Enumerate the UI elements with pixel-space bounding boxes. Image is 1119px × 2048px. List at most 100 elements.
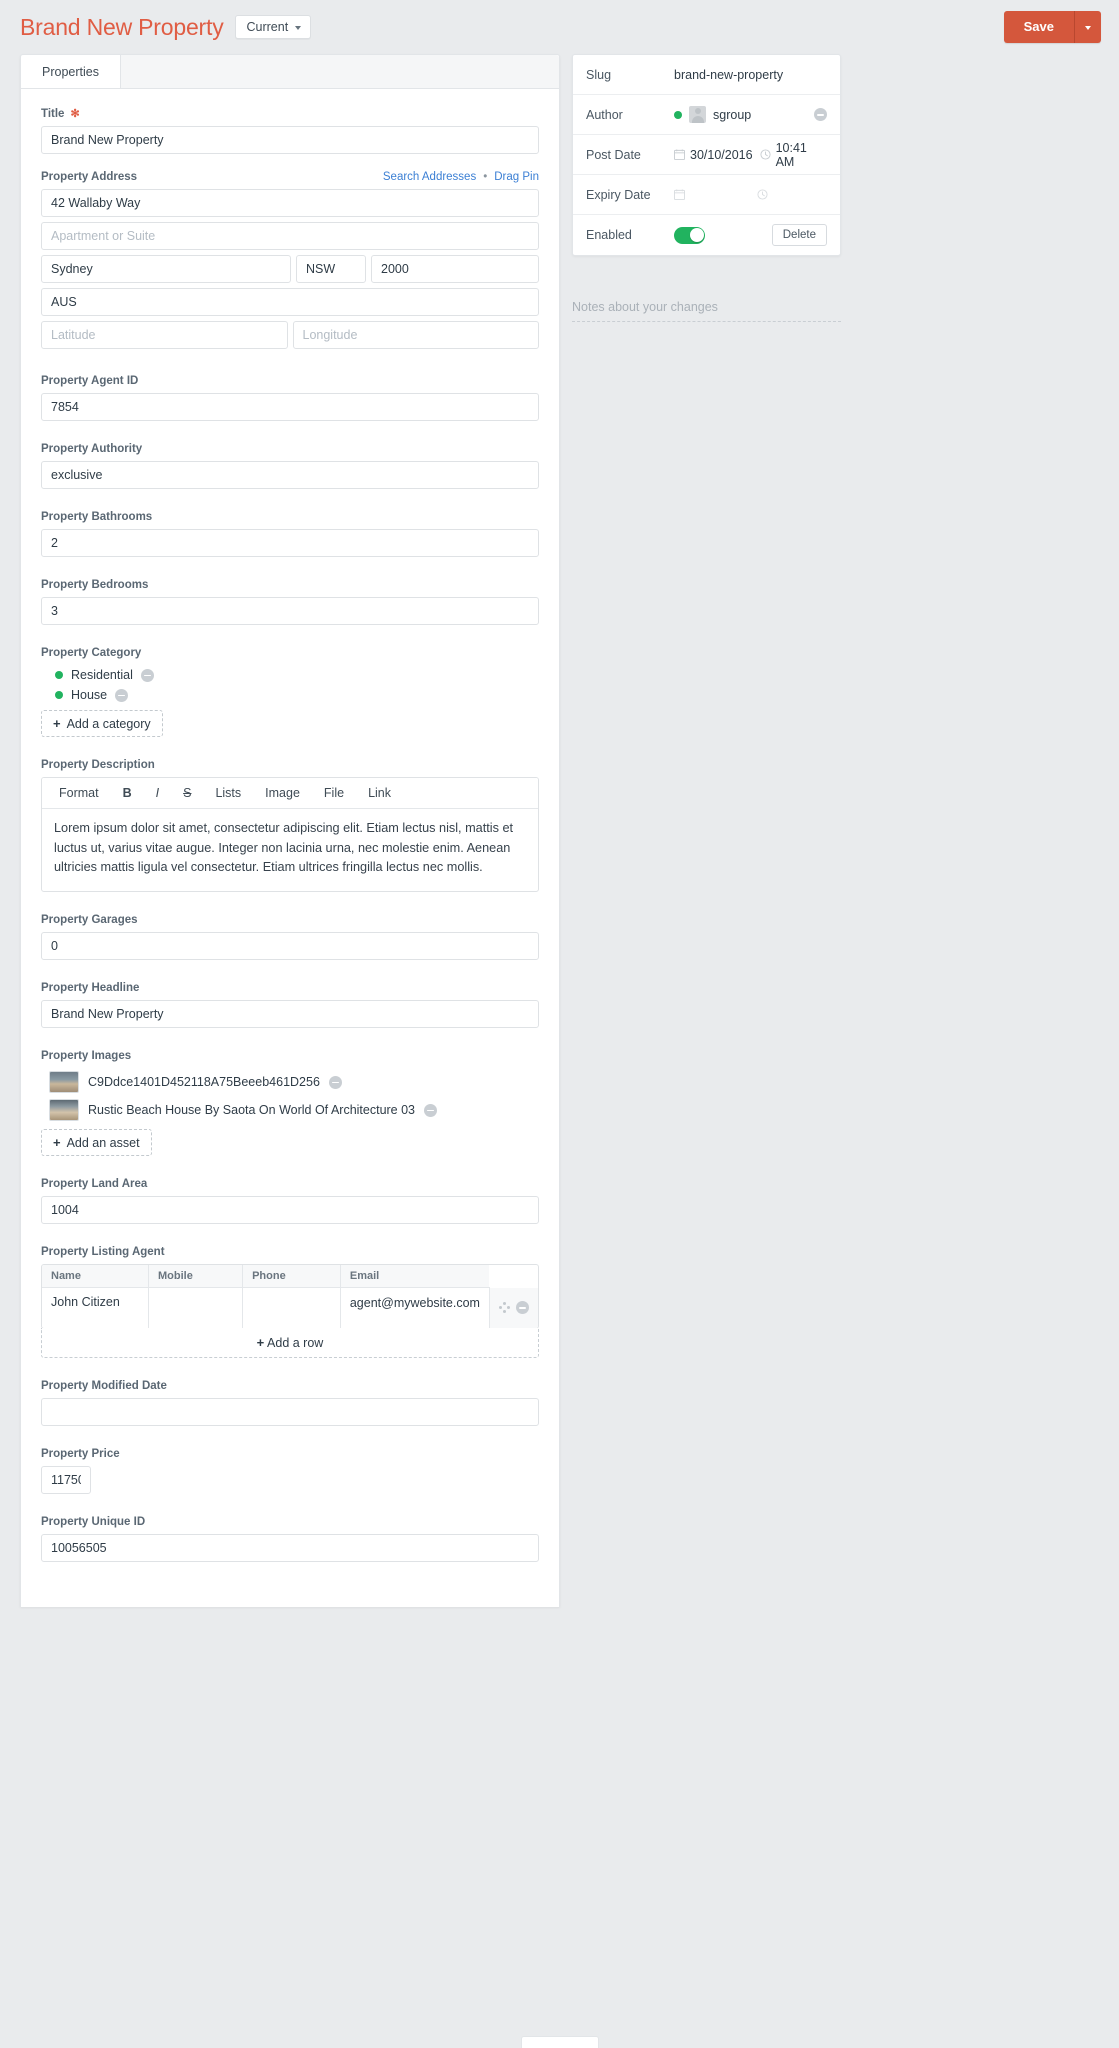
entry-form: Title ✻ Property Address Search Addresse… bbox=[21, 89, 559, 1607]
delete-button[interactable]: Delete bbox=[771, 224, 827, 246]
search-addresses-link[interactable]: Search Addresses bbox=[383, 171, 476, 183]
field-property-listing-agent-label: Property Listing Agent bbox=[41, 1246, 165, 1259]
table-header-row: Name Mobile Phone Email bbox=[42, 1265, 538, 1289]
add-row-label: Add a row bbox=[267, 1335, 324, 1350]
editor-file-button[interactable]: File bbox=[312, 787, 356, 800]
main-content-pane: Properties Title ✻ Property Address Sear… bbox=[20, 54, 560, 1607]
required-marker-icon: ✻ bbox=[70, 108, 80, 120]
save-options-button[interactable] bbox=[1074, 11, 1101, 43]
chevron-down-icon bbox=[1085, 25, 1091, 30]
editor-strikethrough-button[interactable]: S bbox=[171, 787, 203, 800]
sidebar: Slug brand-new-property Author sgroup Po… bbox=[572, 54, 841, 322]
meta-value-author[interactable]: sgroup bbox=[674, 106, 827, 123]
editor-lists-button[interactable]: Lists bbox=[203, 787, 253, 800]
remove-icon[interactable] bbox=[140, 668, 154, 682]
property-garages-input[interactable] bbox=[41, 932, 539, 961]
title-input[interactable] bbox=[41, 126, 539, 154]
address-state-input[interactable] bbox=[296, 255, 366, 283]
add-asset-button[interactable]: + Add an asset bbox=[41, 1129, 152, 1157]
revision-notes-input[interactable]: Notes about your changes bbox=[572, 300, 841, 322]
save-button[interactable]: Save bbox=[1003, 11, 1074, 43]
editor-content[interactable]: Lorem ipsum dolor sit amet, consectetur … bbox=[42, 809, 538, 891]
clock-icon bbox=[757, 189, 768, 200]
field-property-headline-label: Property Headline bbox=[41, 982, 140, 995]
property-bedrooms-input[interactable] bbox=[41, 597, 539, 625]
plus-icon: + bbox=[256, 1334, 265, 1350]
drag-pin-link[interactable]: Drag Pin bbox=[494, 171, 539, 183]
address-country-input[interactable] bbox=[41, 288, 539, 316]
meta-value-slug[interactable]: brand-new-property bbox=[674, 68, 827, 82]
field-property-agent-id: Property Agent ID bbox=[41, 375, 539, 421]
address-apartment-input[interactable] bbox=[41, 222, 539, 250]
remove-icon[interactable] bbox=[515, 1301, 529, 1315]
bottom-panel-stub bbox=[520, 2036, 599, 2048]
property-land-area-input[interactable] bbox=[41, 1196, 539, 1225]
column-header-name: Name bbox=[42, 1265, 149, 1289]
field-property-unique-id-label: Property Unique ID bbox=[41, 1515, 146, 1528]
post-date-value: 30/10/2016 bbox=[690, 147, 753, 162]
editor-image-button[interactable]: Image bbox=[253, 787, 312, 800]
expiry-date-field[interactable] bbox=[674, 189, 750, 200]
tab-properties[interactable]: Properties bbox=[21, 55, 121, 88]
address-latlng-row bbox=[41, 321, 539, 349]
editor-format-button[interactable]: Format bbox=[47, 787, 111, 800]
clock-icon bbox=[760, 149, 771, 160]
address-city-input[interactable] bbox=[41, 255, 291, 283]
field-property-images-label: Property Images bbox=[41, 1050, 132, 1063]
link-separator: • bbox=[483, 171, 488, 183]
asset-thumbnail-image bbox=[49, 1099, 79, 1122]
editor-link-button[interactable]: Link bbox=[356, 787, 403, 800]
address-longitude-input[interactable] bbox=[292, 321, 539, 349]
meta-value-enabled: Delete bbox=[674, 224, 827, 246]
address-postcode-input[interactable] bbox=[371, 255, 539, 283]
column-header-phone: Phone bbox=[242, 1265, 341, 1289]
field-property-address-header: Property Address Search Addresses • Drag… bbox=[41, 171, 539, 183]
cell-name[interactable]: John Citizen bbox=[42, 1287, 149, 1328]
property-modified-date-input[interactable] bbox=[41, 1397, 539, 1426]
property-headline-input[interactable] bbox=[41, 1000, 539, 1029]
field-property-description: Property Description Format B I S Lists … bbox=[41, 759, 539, 893]
category-item[interactable]: Residential bbox=[41, 665, 539, 685]
table-row[interactable]: John Citizen agent@mywebsite.com bbox=[42, 1287, 538, 1328]
meta-row-enabled: Enabled Delete bbox=[573, 215, 840, 255]
asset-item[interactable]: Rustic Beach House By Saota On World Of … bbox=[41, 1096, 539, 1124]
post-date-field[interactable]: 30/10/2016 bbox=[674, 148, 753, 162]
address-street-input[interactable] bbox=[41, 189, 539, 217]
meta-row-post-date: Post Date 30/10/2016 10:41 AM bbox=[573, 135, 840, 175]
field-title-label: Title ✻ bbox=[41, 107, 80, 121]
category-item[interactable]: House bbox=[41, 685, 539, 705]
property-bathrooms-input[interactable] bbox=[41, 529, 539, 557]
enabled-toggle[interactable] bbox=[674, 226, 705, 244]
editor-italic-button[interactable]: I bbox=[144, 787, 171, 800]
add-category-button[interactable]: + Add a category bbox=[41, 710, 163, 737]
post-time-value: 10:41 AM bbox=[775, 140, 807, 169]
remove-icon[interactable] bbox=[115, 688, 129, 702]
cell-mobile[interactable] bbox=[148, 1287, 244, 1328]
cell-email[interactable]: agent@mywebsite.com bbox=[340, 1287, 490, 1328]
address-latitude-input[interactable] bbox=[41, 321, 288, 349]
field-property-authority-label: Property Authority bbox=[41, 443, 143, 455]
tab-bar: Properties bbox=[21, 55, 559, 89]
add-row-button[interactable]: + Add a row bbox=[41, 1327, 539, 1358]
expiry-time-field[interactable] bbox=[757, 189, 773, 200]
address-city-state-postcode-row bbox=[41, 255, 539, 283]
post-time-field[interactable]: 10:41 AM bbox=[760, 141, 827, 169]
remove-icon[interactable] bbox=[814, 108, 827, 121]
property-unique-id-input[interactable] bbox=[41, 1533, 539, 1562]
cell-phone[interactable] bbox=[242, 1287, 341, 1328]
property-price-input[interactable] bbox=[41, 1465, 91, 1494]
metadata-card: Slug brand-new-property Author sgroup Po… bbox=[572, 54, 841, 256]
property-authority-input[interactable] bbox=[41, 461, 539, 489]
field-property-headline: Property Headline bbox=[41, 982, 539, 1029]
revision-select[interactable]: Current bbox=[234, 14, 312, 40]
field-property-modified-date: Property Modified Date bbox=[41, 1380, 539, 1426]
meta-row-slug: Slug brand-new-property bbox=[573, 55, 840, 95]
page-title: Brand New Property bbox=[20, 13, 224, 40]
asset-item[interactable]: C9Ddce1401D452118A75Beeeb461D256 bbox=[41, 1068, 539, 1096]
editor-bold-button[interactable]: B bbox=[111, 787, 144, 800]
remove-icon[interactable] bbox=[424, 1103, 438, 1117]
property-agent-id-input[interactable] bbox=[41, 393, 539, 421]
remove-icon[interactable] bbox=[328, 1075, 342, 1089]
drag-handle-icon[interactable] bbox=[498, 1302, 510, 1314]
status-dot-icon bbox=[55, 671, 63, 679]
